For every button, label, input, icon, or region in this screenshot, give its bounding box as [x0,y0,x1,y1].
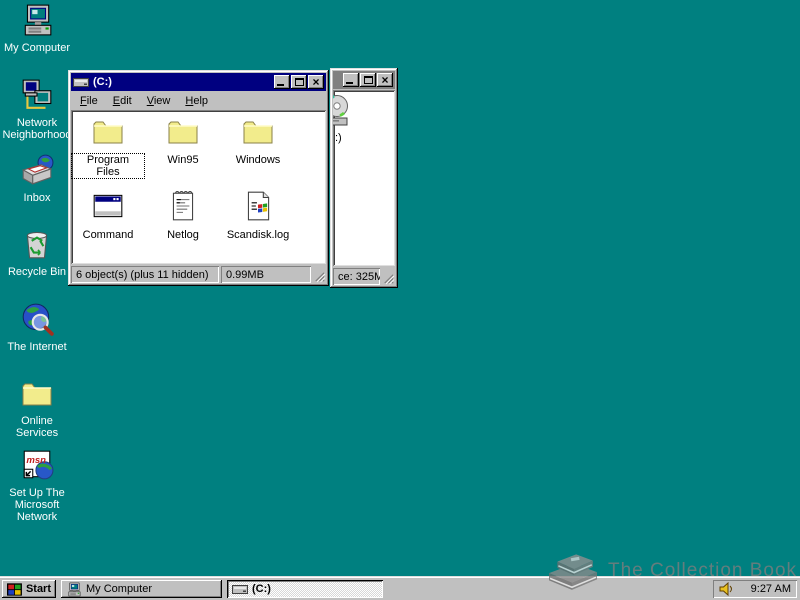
file-label: Program Files [72,154,144,178]
log-doc-icon [241,189,275,223]
window-title: (C:) [93,76,274,88]
desktop-icon-label: Online Services [1,415,73,439]
network-neighborhood-icon [20,78,54,112]
menu-edit[interactable]: Edit [107,94,138,108]
task-button-my-computer[interactable]: My Computer [61,580,222,598]
menubar: File Edit View Help [72,92,325,109]
desktop-icon-online-services[interactable]: Online Services [1,376,73,439]
desktop-icon-label: Set Up The Microsoft Network [1,487,73,523]
taskbar: Start My Computer (C:) 9:27 AM [0,576,800,600]
desktop-icon-network-neighborhood[interactable]: Network Neighborhood [1,78,73,141]
my-computer-icon [66,582,82,597]
folder-icon [166,114,200,148]
status-size: 0.99MB [221,266,311,283]
drive-icon [232,584,248,595]
file-command[interactable]: Command [72,189,144,241]
folder-icon [20,376,54,410]
task-button-c-drive[interactable]: (C:) [227,580,383,598]
file-label: Command [81,229,136,241]
file-program-files[interactable]: Program Files [72,114,144,178]
maximize-button[interactable] [291,75,307,89]
msn-setup-icon [20,448,54,482]
background-window-titlebar[interactable]: × [333,71,395,89]
status-object-count: 6 object(s) (plus 11 hidden) [71,266,219,283]
file-label: Win95 [165,154,200,166]
resize-grip[interactable] [382,272,395,285]
desktop-icon-recycle-bin[interactable]: Recycle Bin [1,227,73,278]
background-window[interactable]: × :) ce: 325MB [330,68,398,288]
file-windows[interactable]: Windows [222,114,294,166]
file-label: Windows [234,154,283,166]
file-label: Scandisk.log [225,229,291,241]
status-text: ce: 325MB [333,268,380,285]
program-window-icon [91,189,125,223]
system-tray: 9:27 AM [713,580,797,598]
folder-icon [91,114,125,148]
resize-grip[interactable] [313,270,326,283]
file-label: Netlog [165,229,201,241]
drive-label: :) [335,132,342,144]
clock: 9:27 AM [751,583,791,595]
my-computer-icon [20,3,54,37]
desktop-icon-msn-setup[interactable]: Set Up The Microsoft Network [1,448,73,523]
drive-icon [73,77,89,88]
menu-view[interactable]: View [141,94,177,108]
desktop-icon-my-computer[interactable]: My Computer [1,3,73,54]
desktop-icon-inbox[interactable]: Inbox [1,153,73,204]
menu-file[interactable]: File [74,94,104,108]
windows-flag-icon [7,582,22,597]
close-button[interactable]: × [308,75,324,89]
desktop-icon-label: The Internet [1,341,73,353]
minimize-button[interactable] [274,75,290,89]
menu-help[interactable]: Help [179,94,214,108]
speaker-icon[interactable] [719,582,733,596]
desktop-icon-label: Inbox [1,192,73,204]
inbox-icon [20,153,54,187]
folder-icon [241,114,275,148]
desktop-icon-label: My Computer [1,42,73,54]
task-label: My Computer [86,583,152,595]
internet-icon [20,302,54,336]
task-label: (C:) [252,583,271,595]
file-scandisk-log[interactable]: Scandisk.log [222,189,294,241]
minimize-button[interactable] [343,73,359,87]
start-button[interactable]: Start [2,580,56,598]
file-netlog[interactable]: Netlog [147,189,219,241]
file-list-area: Program Files Win95 Windows Command Netl… [71,110,326,264]
start-label: Start [26,583,51,595]
desktop-icon-label: Recycle Bin [1,266,73,278]
desktop-icon-label: Network Neighborhood [1,117,73,141]
file-win95[interactable]: Win95 [147,114,219,166]
desktop: My Computer Network Neighborhood Inbox R… [0,0,800,600]
desktop-icon-the-internet[interactable]: The Internet [1,302,73,353]
close-button[interactable]: × [377,73,393,87]
c-drive-window[interactable]: (C:) × File Edit View Help Program Files… [68,70,329,286]
background-window-statusbar: ce: 325MB [333,268,395,285]
recycle-bin-icon [20,227,54,261]
background-window-client: :) [333,90,395,266]
notepad-doc-icon [166,189,200,223]
c-drive-window-titlebar[interactable]: (C:) × [71,73,326,91]
maximize-button[interactable] [360,73,376,87]
c-drive-window-statusbar: 6 object(s) (plus 11 hidden) 0.99MB [71,266,326,283]
cdrom-drive-icon[interactable] [333,95,354,127]
